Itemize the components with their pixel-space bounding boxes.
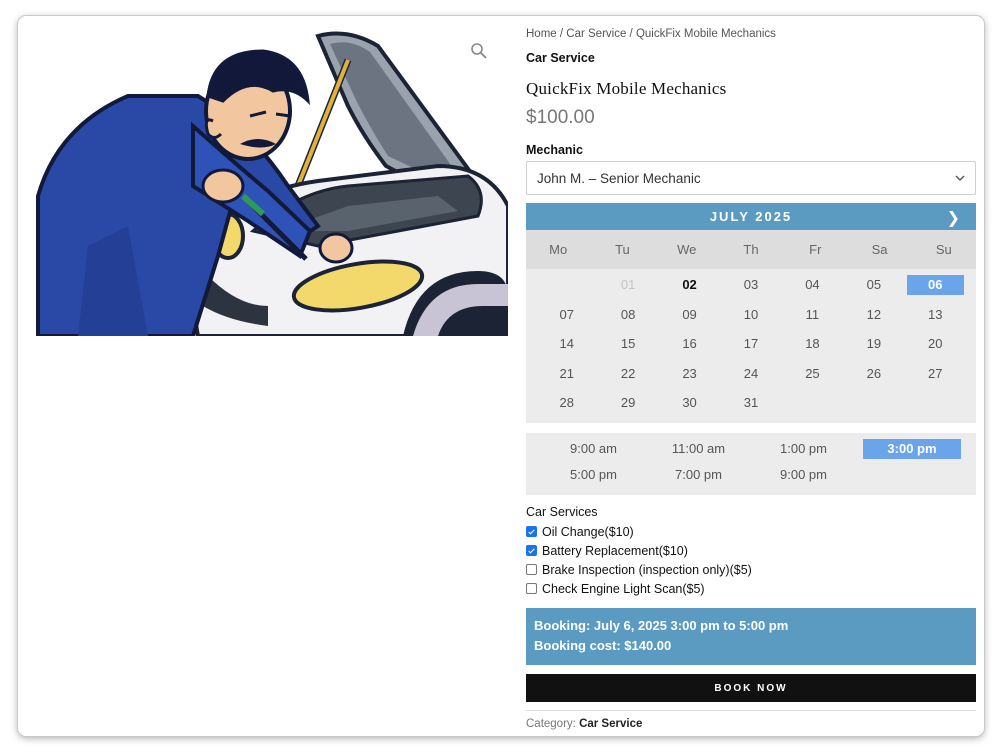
breadcrumb: Home / Car Service / QuickFix Mobile Mec… [526, 28, 976, 40]
mechanic-select-value: John M. – Senior Mechanic [537, 170, 701, 186]
calendar-day[interactable]: 17 [720, 334, 781, 354]
service-checkbox[interactable] [526, 545, 537, 556]
product-image[interactable] [18, 16, 510, 338]
calendar-day[interactable]: 09 [659, 305, 720, 325]
magnifier-icon[interactable] [470, 42, 488, 60]
calendar-day[interactable]: 27 [905, 364, 966, 384]
service-label: Oil Change($10) [542, 524, 634, 539]
calendar-blank-cell [536, 275, 597, 295]
calendar-day[interactable]: 21 [536, 364, 597, 384]
time-slots: 9:00 am 11:00 am 1:00 pm 3:00 pm 5:00 pm 7:00… [526, 433, 976, 495]
calendar-day[interactable]: 10 [720, 305, 781, 325]
breadcrumb-separator: / [556, 28, 567, 40]
calendar-day[interactable]: 12 [843, 305, 904, 325]
time-slot[interactable]: 9:00 am [541, 439, 646, 459]
time-slot[interactable]: 9:00 pm [751, 465, 856, 485]
calendar-day[interactable]: 15 [597, 334, 658, 354]
mechanic-label: Mechanic [526, 143, 583, 157]
chevron-down-icon [955, 175, 965, 181]
product-category-label: Car Service [526, 51, 595, 65]
service-label: Battery Replacement($10) [542, 543, 688, 558]
mechanic-illustration [36, 31, 510, 338]
weekday-label: Sa [871, 242, 888, 257]
car-services-title: Car Services [526, 505, 598, 519]
calendar-day[interactable]: 03 [720, 275, 781, 295]
calendar-header: JULY 2025 ❯ [526, 203, 976, 230]
book-now-button[interactable]: BOOK NOW [526, 674, 976, 702]
meta-category-link[interactable]: Car Service [579, 718, 642, 730]
calendar-day[interactable]: 20 [905, 334, 966, 354]
calendar-day[interactable]: 30 [659, 393, 720, 413]
calendar-day[interactable]: 06 [906, 275, 964, 295]
booking-calendar: JULY 2025 ❯ Mo Tu We Th Fr Sa Su 01 02 03 04 05 06 0… [526, 203, 976, 423]
calendar-day[interactable]: 19 [843, 334, 904, 354]
chevron-right-icon[interactable]: ❯ [947, 208, 962, 228]
service-label: Brake Inspection (inspection only)($5) [542, 562, 752, 577]
calendar-day[interactable]: 16 [659, 334, 720, 354]
product-meta: Category: Car Service [526, 710, 976, 730]
page-title: QuickFix Mobile Mechanics [526, 79, 727, 98]
time-slot[interactable]: 3:00 pm [863, 439, 961, 459]
calendar-month-label: JULY 2025 [709, 209, 793, 224]
service-option[interactable]: Brake Inspection (inspection only)($5) [526, 560, 976, 579]
breadcrumb-separator: / [626, 28, 636, 40]
weekday-label: Tu [615, 242, 630, 257]
weekday-header: Mo Tu We Th Fr Sa Su [526, 230, 976, 269]
calendar-day[interactable]: 02 [659, 275, 720, 295]
calendar-day[interactable]: 29 [597, 393, 658, 413]
breadcrumb-current: QuickFix Mobile Mechanics [635, 28, 776, 40]
mechanic-select[interactable]: John M. – Senior Mechanic [526, 161, 976, 195]
calendar-day[interactable]: 08 [597, 305, 658, 325]
meta-category-label: Category: [526, 718, 576, 730]
calendar-day[interactable]: 23 [659, 364, 720, 384]
time-slot[interactable]: 7:00 pm [646, 465, 751, 485]
calendar-day[interactable]: 04 [782, 275, 843, 295]
calendar-day[interactable]: 14 [536, 334, 597, 354]
product-page: Home / Car Service / QuickFix Mobile Mec… [18, 16, 984, 736]
calendar-day[interactable]: 05 [843, 275, 904, 295]
weekday-label: We [677, 242, 697, 257]
service-checkbox[interactable] [526, 583, 537, 594]
car-services: Car Services Oil Change($10) Battery Repl… [526, 505, 976, 598]
calendar-day[interactable]: 26 [843, 364, 904, 384]
product-price: $100.00 [526, 107, 595, 128]
weekday-label: Su [935, 242, 952, 257]
breadcrumb-home[interactable]: Home [526, 28, 557, 40]
calendar-day[interactable]: 31 [720, 393, 781, 413]
service-option[interactable]: Oil Change($10) [526, 522, 976, 541]
calendar-day[interactable]: 13 [905, 305, 966, 325]
weekday-label: Mo [549, 242, 568, 257]
time-slot[interactable]: 1:00 pm [751, 439, 856, 459]
breadcrumb-category[interactable]: Car Service [566, 28, 626, 40]
weekday-label: Th [743, 242, 759, 257]
service-option[interactable]: Check Engine Light Scan($5) [526, 579, 976, 598]
product-summary: Home / Car Service / QuickFix Mobile Mec… [526, 26, 976, 730]
service-option[interactable]: Battery Replacement($10) [526, 541, 976, 560]
service-label: Check Engine Light Scan($5) [542, 581, 705, 596]
calendar-day[interactable]: 22 [597, 364, 658, 384]
service-checkbox[interactable] [526, 564, 537, 575]
time-slot[interactable]: 11:00 am [646, 439, 751, 459]
calendar-day[interactable]: 07 [536, 305, 597, 325]
time-slot[interactable]: 5:00 pm [541, 465, 646, 485]
booking-summary: Booking: July 6, 2025 3:00 pm to 5:00 pm… [526, 608, 976, 665]
calendar-day[interactable]: 25 [782, 364, 843, 384]
service-checkbox[interactable] [526, 526, 537, 537]
booking-dates: Booking: July 6, 2025 3:00 pm to 5:00 pm [534, 618, 789, 633]
weekday-label: Fr [809, 242, 822, 257]
calendar-day[interactable]: 18 [782, 334, 843, 354]
booking-cost: Booking cost: $140.00 [534, 638, 672, 653]
calendar-day[interactable]: 24 [720, 364, 781, 384]
calendar-day[interactable]: 11 [782, 305, 843, 325]
calendar-days: 01 02 03 04 05 06 07 08 09 10 11 12 13 14 15 16 17 18 19 20… [526, 269, 976, 423]
calendar-day[interactable]: 28 [536, 393, 597, 413]
calendar-day: 01 [620, 277, 636, 292]
